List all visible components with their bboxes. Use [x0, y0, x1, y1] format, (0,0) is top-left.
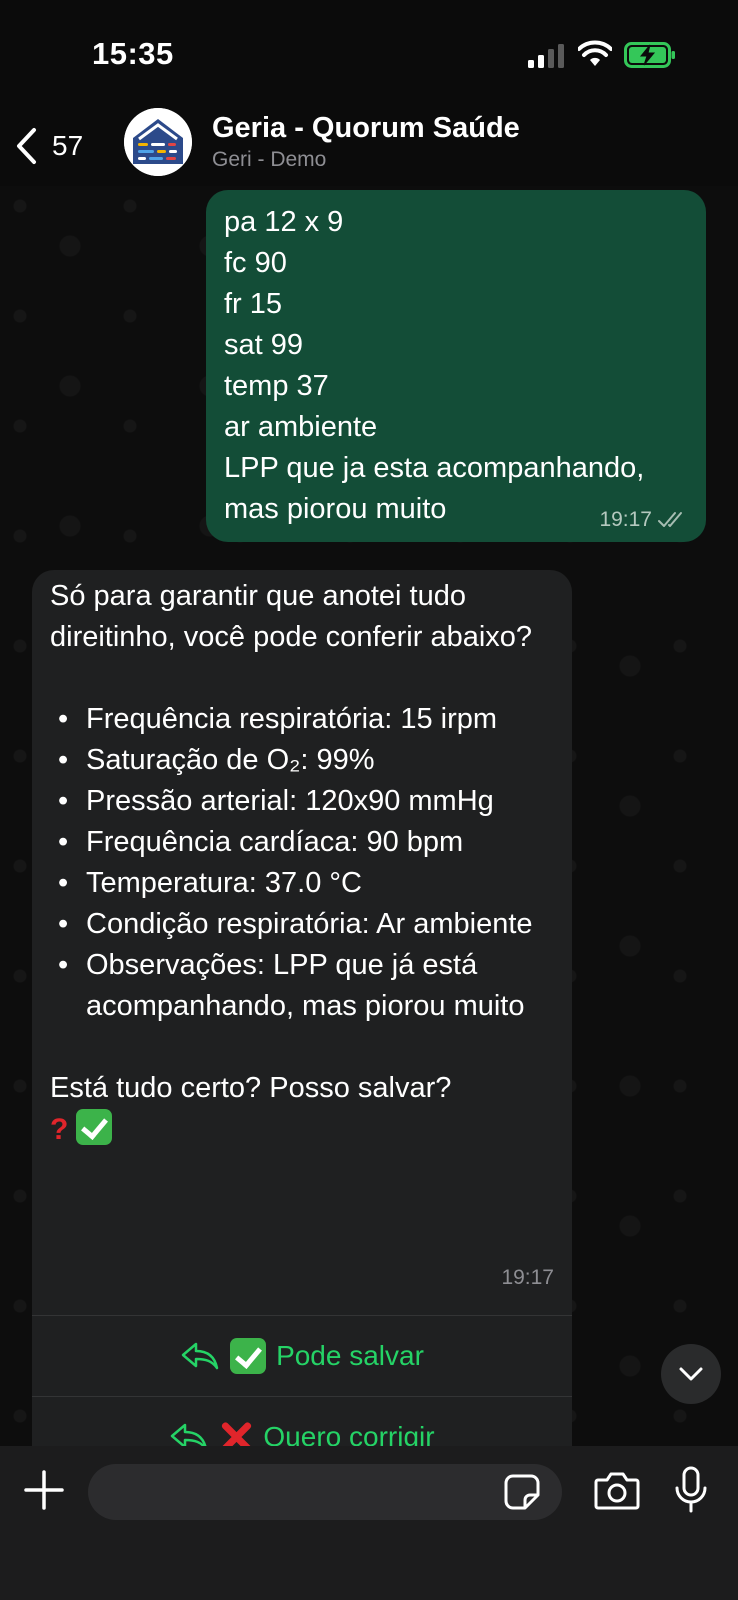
message-question: Está tudo certo? Posso salvar? [50, 1072, 452, 1104]
check-mark-emoji [76, 1109, 113, 1145]
unread-count: 57 [52, 130, 84, 161]
reply-arrow-icon [171, 1423, 207, 1446]
message-line: pa 12 x 9 [224, 206, 344, 238]
message-time: 19:17 [501, 1266, 554, 1289]
chevron-left-icon [17, 128, 36, 164]
emoji-row: ? [50, 1109, 560, 1151]
message-line: sat 99 [224, 329, 303, 361]
list-item-text: Temperatura: 37.0 °C [86, 867, 362, 899]
message-input[interactable] [88, 1464, 562, 1520]
signal-icon [528, 44, 564, 68]
chat-area[interactable]: pa 12 x 9 fc 90 fr 15 sat 99 temp 37 ar … [0, 186, 738, 1446]
avatar[interactable] [124, 108, 192, 176]
chevron-down-icon [679, 1367, 703, 1381]
double-check-read-icon [658, 512, 682, 527]
message-line: fc 90 [224, 247, 287, 279]
vitals-list: • Frequência respiratória: 15 irpm • Satur… [50, 699, 560, 1027]
incoming-message-bubble[interactable]: Só para garantir que anotei tudo direiti… [32, 570, 572, 1446]
list-item: • Temperatura: 37.0 °C [58, 867, 362, 899]
list-item: • Observações: LPP que já está acompanhan… [58, 949, 525, 1022]
list-item-text: Frequência cardíaca: 90 bpm [86, 826, 464, 858]
status-bar: 15:35 [0, 0, 738, 108]
back-button[interactable]: 57 [14, 118, 104, 174]
list-item: • Frequência cardíaca: 90 bpm [58, 826, 464, 858]
chat-header: 57 Geria - Quorum Saúde Geri - Demo [0, 108, 738, 186]
wifi-icon [578, 40, 612, 66]
question-mark-emoji: ? [50, 1113, 69, 1146]
list-item: • Saturação de O₂: 99% [58, 744, 375, 776]
sticker-icon[interactable] [504, 1474, 540, 1510]
list-item-text: Condição respiratória: Ar ambiente [86, 908, 533, 940]
status-time: 15:35 [92, 36, 174, 71]
check-mark-emoji [230, 1338, 267, 1374]
list-item: • Pressão arterial: 120x90 mmHg [58, 785, 494, 817]
list-item-text: Observações: LPP que já está acompanhand… [86, 949, 525, 1022]
quick-reply-label: Quero corrigir [263, 1421, 435, 1446]
message-line: fr 15 [224, 288, 283, 320]
message-line: ar ambiente [224, 411, 378, 443]
input-bar [0, 1446, 738, 1600]
scroll-to-bottom-button[interactable] [661, 1344, 721, 1404]
list-item-text: Saturação de O₂: 99% [86, 744, 375, 776]
cross-mark-emoji [219, 1420, 253, 1446]
reply-arrow-icon [181, 1342, 219, 1370]
list-item-text: Pressão arterial: 120x90 mmHg [86, 785, 494, 817]
message-line: temp 37 [224, 370, 329, 402]
outgoing-message-bubble[interactable]: pa 12 x 9 fc 90 fr 15 sat 99 temp 37 ar … [206, 190, 706, 542]
plus-icon[interactable] [22, 1468, 66, 1512]
incoming-message-text: Só para garantir que anotei tudo direiti… [50, 576, 560, 1151]
message-intro: Só para garantir que anotei tudo direiti… [50, 580, 533, 653]
battery-charging-icon [624, 42, 675, 68]
message-line: LPP que ja esta acompanhando, [224, 452, 645, 484]
chat-title[interactable]: Geria - Quorum Saúde [212, 112, 520, 145]
list-item: • Condição respiratória: Ar ambiente [58, 908, 533, 940]
quick-reply-quero-corrigir-button[interactable]: Quero corrigir [32, 1397, 572, 1446]
list-item-text: Frequência respiratória: 15 irpm [86, 703, 498, 735]
list-item: • Frequência respiratória: 15 irpm [58, 703, 498, 735]
camera-icon[interactable] [594, 1470, 640, 1510]
chat-subtitle: Geri - Demo [212, 148, 327, 171]
house-logo-icon [124, 108, 192, 176]
quick-reply-label: Pode salvar [276, 1340, 424, 1371]
message-time: 19:17 [599, 508, 652, 531]
quick-reply-pode-salvar-button[interactable]: Pode salvar [32, 1316, 572, 1396]
microphone-icon[interactable] [674, 1466, 708, 1514]
message-meta: 19:17 [599, 508, 688, 532]
